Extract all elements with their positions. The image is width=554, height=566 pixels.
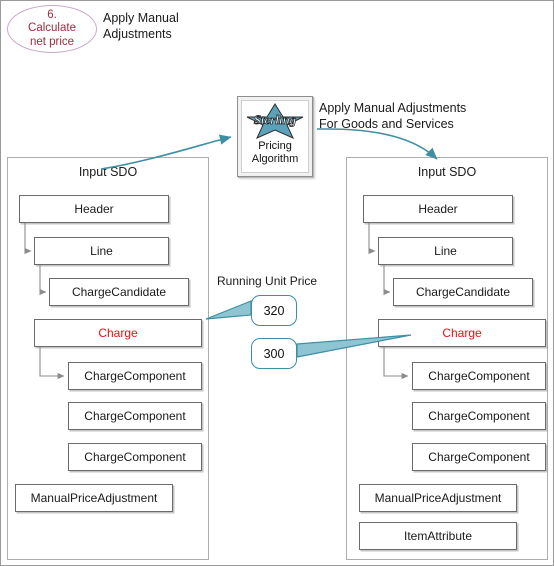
step-number: 6. (47, 8, 57, 21)
entity-box[interactable]: ManualPriceAdjustment (359, 484, 517, 512)
entity-box[interactable]: Line (34, 237, 169, 265)
panel-title-left: Input SDO (78, 165, 138, 179)
entity-box-label: Charge (442, 326, 482, 340)
entity-box-label: ItemAttribute (403, 529, 473, 543)
entity-box[interactable]: ManualPriceAdjustment (15, 484, 173, 512)
step-label-line1: Calculate (28, 22, 76, 35)
entity-box-label: ChargeComponent (84, 409, 186, 423)
entity-box[interactable]: ChargeCandidate (393, 278, 533, 306)
entity-box-label: ChargeComponent (428, 369, 530, 383)
entity-box[interactable]: Charge (34, 319, 202, 347)
entity-box-label: Header (74, 202, 114, 216)
entity-box-label: Header (418, 202, 458, 216)
caption-apply-manual-adjustments-goods-services: Apply Manual Adjustments For Goods and S… (319, 101, 467, 131)
entity-box[interactable]: ChargeComponent (412, 443, 546, 471)
callout-running-unit-price-after: 300 (251, 338, 297, 369)
entity-box-label: ChargeCandidate (415, 285, 511, 299)
entity-box[interactable]: Header (19, 195, 169, 223)
entity-box-label: Line (90, 244, 113, 258)
diagram-canvas: 6. Calculate net price Apply Manual Adju… (0, 0, 554, 566)
step-node-calculate-net-price: 6. Calculate net price (7, 5, 97, 53)
pricing-algorithm-node[interactable]: Sterling Pricing Algorithm (237, 96, 313, 177)
entity-box-label: ChargeCandidate (71, 285, 167, 299)
callout-300-value: 300 (263, 346, 285, 361)
entity-box[interactable]: ChargeComponent (412, 362, 546, 390)
sterling-star-logo-icon: Sterling (246, 103, 304, 139)
callout-320-leader (205, 300, 252, 320)
flow-arrow-algorithm-to-right (317, 128, 438, 160)
entity-box[interactable]: ChargeCandidate (49, 278, 189, 306)
entity-box[interactable]: Charge (378, 319, 546, 347)
entity-box-label: ChargeComponent (428, 450, 530, 464)
entity-box-label: ManualPriceAdjustment (374, 491, 502, 505)
entity-box[interactable]: ChargeComponent (68, 443, 202, 471)
pricing-algorithm-label-line1: Pricing (258, 140, 292, 152)
label-running-unit-price: Running Unit Price (217, 274, 318, 288)
entity-box[interactable]: ChargeComponent (68, 402, 202, 430)
callout-320-value: 320 (263, 303, 285, 318)
entity-box[interactable]: ChargeComponent (68, 362, 202, 390)
entity-box[interactable]: ChargeComponent (412, 402, 546, 430)
caption-apply-manual-adjustments: Apply Manual Adjustments (103, 11, 179, 41)
entity-box-label: ChargeComponent (428, 409, 530, 423)
pricing-algorithm-inner: Sterling Pricing Algorithm (241, 100, 309, 173)
entity-box-label: Charge (98, 326, 138, 340)
entity-box[interactable]: ItemAttribute (359, 522, 517, 550)
pricing-algorithm-label: Pricing Algorithm (252, 140, 298, 166)
entity-box[interactable]: Line (378, 237, 513, 265)
step-label-line2: net price (29, 35, 75, 48)
entity-box[interactable]: Header (363, 195, 513, 223)
pricing-algorithm-label-line2: Algorithm (251, 153, 299, 165)
panel-title-right: Input SDO (417, 165, 477, 179)
sterling-logo-text: Sterling (254, 112, 297, 127)
entity-box-label: ManualPriceAdjustment (30, 491, 158, 505)
entity-box-label: ChargeComponent (84, 369, 186, 383)
callout-running-unit-price-before: 320 (251, 295, 297, 326)
entity-box-label: ChargeComponent (84, 450, 186, 464)
entity-box-label: Line (434, 244, 457, 258)
